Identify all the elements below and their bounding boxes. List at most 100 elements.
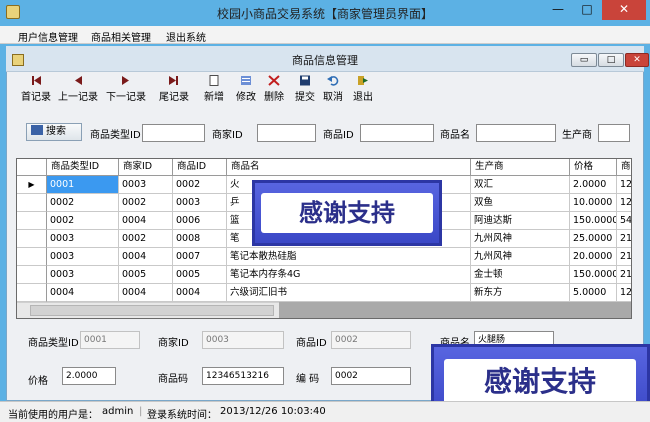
table-cell[interactable]: 新东方 [471, 284, 570, 302]
table-cell[interactable]: 123 [617, 284, 631, 302]
table-cell[interactable]: 0002 [173, 176, 227, 194]
table-cell[interactable]: 213 [617, 266, 631, 284]
table-cell[interactable]: 0005 [173, 266, 227, 284]
table-cell[interactable]: 六级词汇旧书 [227, 284, 471, 302]
table-cell[interactable]: 0006 [173, 212, 227, 230]
table-cell[interactable]: 5.0000 [570, 284, 617, 302]
table-cell[interactable]: 213 [617, 248, 631, 266]
table-cell[interactable]: 0001 [47, 176, 119, 194]
table-cell[interactable]: 0003 [119, 176, 173, 194]
search-name-label: 商品名 [440, 130, 470, 141]
table-cell[interactable]: 541 [617, 212, 631, 230]
detail-seller-label: 商家ID [158, 338, 189, 349]
window-maximize-button[interactable]: □ [573, 0, 601, 20]
table-cell[interactable]: 0007 [173, 248, 227, 266]
detail-num-label: 编 码 [296, 374, 320, 385]
table-row-header[interactable] [17, 248, 47, 266]
table-column-header[interactable]: 商品名 [227, 159, 471, 176]
status-user-label: 当前使用的用户是： [8, 410, 98, 421]
detail-code-input[interactable]: 12346513216 [202, 367, 284, 385]
table-cell[interactable]: 0003 [47, 266, 119, 284]
table-cell[interactable]: 笔记本散热硅脂 [227, 248, 471, 266]
child-maximize-button[interactable]: □ [598, 53, 624, 67]
table-cell[interactable]: 20.0000 [570, 248, 617, 266]
table-cell[interactable]: 笔记本内存条4G [227, 266, 471, 284]
search-button-label: 搜索 [46, 126, 66, 137]
menu-user-info[interactable]: 用户信息管理 [18, 29, 78, 44]
table-cell[interactable]: 216 [617, 230, 631, 248]
table-cell[interactable]: 阿迪达斯 [471, 212, 570, 230]
toolbar-button-next-record[interactable]: 下一记录 [104, 75, 148, 105]
table-row-header[interactable] [17, 230, 47, 248]
table-column-header[interactable]: 商品ID [173, 159, 227, 176]
detail-price-label: 价格 [28, 376, 48, 387]
toolbar-button-last-record[interactable]: 尾记录 [152, 75, 196, 105]
watermark-banner-top: 感谢支持 [252, 180, 442, 246]
search-goods-input[interactable] [360, 124, 434, 142]
search-seller-input[interactable] [257, 124, 316, 142]
table-cell[interactable]: 0004 [119, 212, 173, 230]
table-cell[interactable]: 0004 [173, 284, 227, 302]
table-row-header[interactable] [17, 284, 47, 302]
table-row-header[interactable] [17, 266, 47, 284]
detail-goods-input[interactable]: 0002 [331, 331, 411, 349]
table-cell[interactable]: 九州风神 [471, 230, 570, 248]
table-cell[interactable]: 双汇 [471, 176, 570, 194]
table-column-header[interactable]: 商 [617, 159, 631, 176]
detail-num-input[interactable]: 0002 [331, 367, 411, 385]
child-close-button[interactable]: ✕ [625, 53, 649, 67]
table-column-header[interactable]: 商品类型ID [47, 159, 119, 176]
table-row-header[interactable]: ▶ [17, 176, 47, 194]
table-cell[interactable]: 2.0000 [570, 176, 617, 194]
menu-exit[interactable]: 退出系统 [166, 29, 206, 44]
table-cell[interactable]: 150.0000 [570, 266, 617, 284]
table-cell[interactable]: 0003 [47, 248, 119, 266]
table-cell[interactable]: 123 [617, 176, 631, 194]
table-column-header[interactable]: 价格 [570, 159, 617, 176]
table-cell[interactable]: 0004 [119, 248, 173, 266]
table-cell[interactable]: 0002 [47, 212, 119, 230]
toolbar-button-first-record[interactable]: 首记录 [14, 75, 58, 105]
toolbar-button-exit[interactable]: 退出 [341, 75, 385, 105]
table-column-header[interactable]: 商家ID [119, 159, 173, 176]
table-cell[interactable]: 0003 [47, 230, 119, 248]
table-cell[interactable]: 0004 [47, 284, 119, 302]
table-cell[interactable]: 123 [617, 194, 631, 212]
table-cell[interactable]: 0002 [47, 194, 119, 212]
child-title: 商品信息管理 [292, 54, 358, 67]
table-cell[interactable]: 150.0000 [570, 212, 617, 230]
search-button[interactable]: 搜索 [26, 123, 82, 141]
table-cell[interactable]: 双鱼 [471, 194, 570, 212]
search-maker-label: 生产商 [562, 130, 592, 141]
table-cell[interactable]: 10.0000 [570, 194, 617, 212]
window-minimize-button[interactable]: — [544, 0, 572, 20]
child-title-bar: 商品信息管理 [6, 46, 644, 72]
detail-seller-input[interactable]: 0003 [202, 331, 284, 349]
table-cell[interactable]: 金士顿 [471, 266, 570, 284]
table-column-header[interactable]: 生产商 [471, 159, 570, 176]
table-cell[interactable]: 0002 [119, 230, 173, 248]
table-cell[interactable]: 25.0000 [570, 230, 617, 248]
table-cell[interactable]: 0004 [119, 284, 173, 302]
child-window-icon [12, 54, 24, 66]
toolbar-button-prev-record[interactable]: 上一记录 [56, 75, 100, 105]
table-row-header[interactable] [17, 194, 47, 212]
table-scrollbar-thumb[interactable] [30, 305, 274, 316]
search-maker-input[interactable] [598, 124, 630, 142]
window-close-button[interactable]: ✕ [602, 0, 646, 20]
table-cell[interactable]: 0003 [173, 194, 227, 212]
toolbar-button-label: 上一记录 [58, 92, 98, 103]
detail-type-input[interactable]: 0001 [80, 331, 140, 349]
child-minimize-button[interactable]: ▭ [571, 53, 597, 67]
table-cell[interactable]: 0008 [173, 230, 227, 248]
menu-goods[interactable]: 商品相关管理 [91, 29, 151, 44]
search-type-input[interactable] [142, 124, 205, 142]
detail-price-input[interactable]: 2.0000 [62, 367, 116, 385]
search-name-input[interactable] [476, 124, 556, 142]
table-row-header[interactable] [17, 212, 47, 230]
table-cell[interactable]: 0005 [119, 266, 173, 284]
table-cell[interactable]: 九州风神 [471, 248, 570, 266]
table-cell[interactable]: 0002 [119, 194, 173, 212]
toolbar-button-label: 下一记录 [106, 92, 146, 103]
detail-type-label: 商品类型ID [28, 338, 79, 349]
